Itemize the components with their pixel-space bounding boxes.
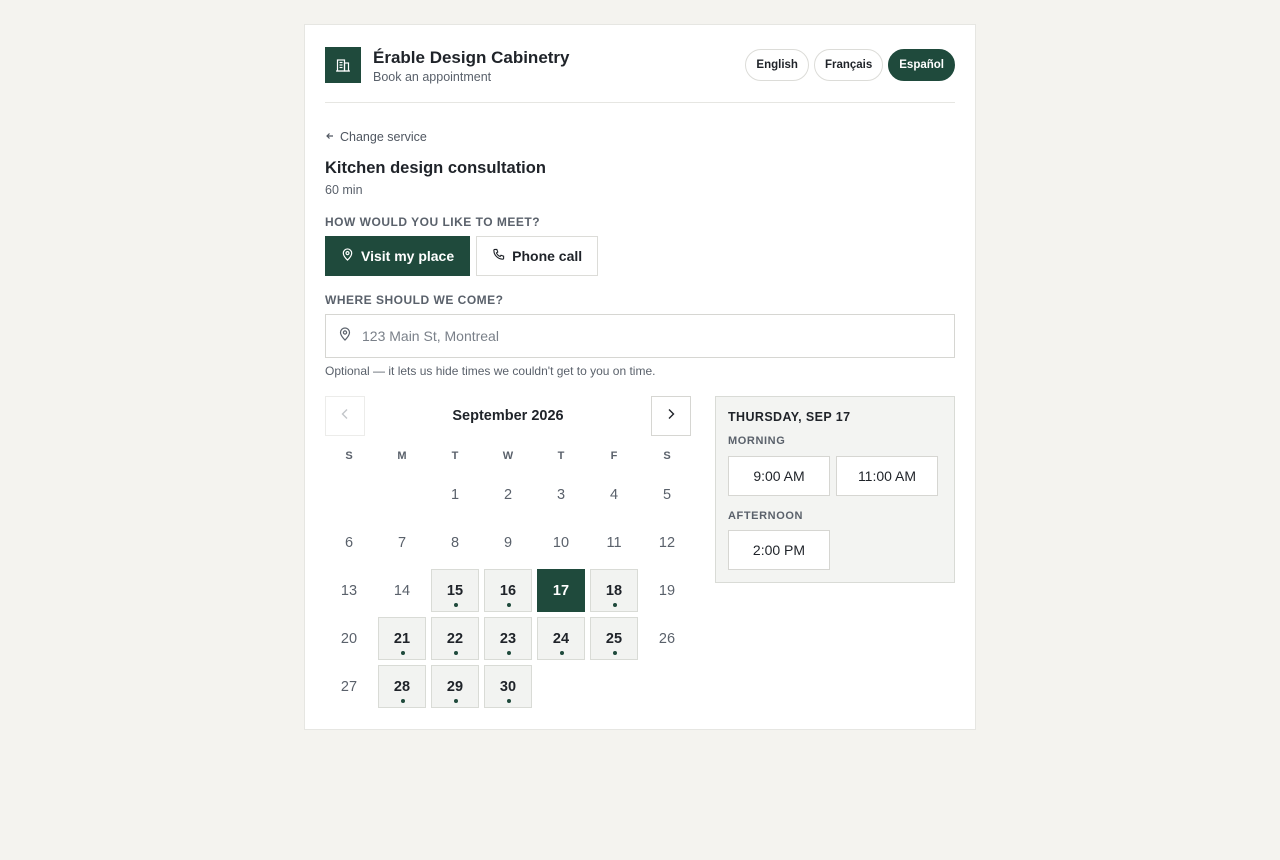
address-label: WHERE SHOULD WE COME? (325, 293, 504, 307)
header: Érable Design Cabinetry Book an appointm… (325, 47, 955, 103)
morning-slots: 9:00 AM 11:00 AM (728, 456, 938, 496)
address-field (325, 314, 955, 358)
chevron-right-icon (666, 407, 676, 425)
calendar-day: 4 (609, 486, 619, 503)
weekday-label: M (397, 450, 407, 462)
calendar-day: 1 (450, 486, 460, 503)
calendar-day: 3 (556, 486, 566, 503)
calendar-day-selected[interactable]: 17 (537, 569, 585, 612)
phone-call-label: Phone call (512, 248, 583, 264)
calendar-day: 8 (450, 534, 460, 551)
lang-english-button[interactable]: English (745, 49, 809, 81)
calendar-day: 10 (552, 534, 570, 551)
service-title: Kitchen design consultation (325, 159, 546, 177)
weekday-label: S (345, 450, 353, 462)
visit-my-place-button[interactable]: Visit my place (325, 236, 471, 276)
calendar-day-empty (378, 473, 426, 516)
calendar-day[interactable]: 24 (537, 617, 585, 660)
calendar-day: 2 (503, 486, 513, 503)
language-switcher: English Français Español (745, 49, 955, 81)
weekday-label: F (610, 450, 618, 462)
afternoon-label: AFTERNOON (728, 510, 804, 522)
calendar-day-empty (325, 473, 373, 516)
calendar-day: 27 (340, 678, 358, 695)
prev-month-button[interactable] (325, 396, 365, 436)
calendar-day: 9 (503, 534, 513, 551)
calendar-day[interactable]: 23 (484, 617, 532, 660)
morning-label: MORNING (728, 435, 786, 447)
time-slot-button[interactable]: 2:00 PM (728, 530, 830, 570)
next-month-button[interactable] (651, 396, 691, 436)
calendar-days: 1 2 3 4 5 6 7 8 9 10 11 12 13 14 15 16 17 18 19 20 21 22 23 24 2… (325, 473, 691, 708)
weekday-row: S M T W T F S (325, 450, 691, 462)
address-input[interactable] (362, 328, 922, 344)
time-slot-button[interactable]: 9:00 AM (728, 456, 830, 496)
calendar-day[interactable]: 22 (431, 617, 479, 660)
address-hint: Optional — it lets us hide times we coul… (325, 364, 656, 378)
calendar-day[interactable]: 28 (378, 665, 426, 708)
calendar-day[interactable]: 29 (431, 665, 479, 708)
calendar-day: 26 (658, 630, 676, 647)
change-service-link[interactable]: Change service (325, 130, 427, 144)
calendar-day: 19 (658, 582, 676, 599)
calendar-day: 14 (393, 582, 411, 599)
calendar-day[interactable]: 16 (484, 569, 532, 612)
weekday-label: S (663, 450, 671, 462)
afternoon-slots: 2:00 PM (728, 530, 830, 570)
meet-options: Visit my place Phone call (325, 236, 599, 276)
booking-card: Érable Design Cabinetry Book an appointm… (304, 24, 976, 730)
change-service-label: Change service (340, 130, 427, 144)
map-pin-icon (341, 248, 354, 264)
calendar-day[interactable]: 21 (378, 617, 426, 660)
selected-date: THURSDAY, SEP 17 (728, 410, 851, 424)
calendar-day: 11 (606, 534, 622, 551)
building-icon (325, 47, 361, 83)
lang-francais-button[interactable]: Français (813, 49, 884, 81)
weekday-label: W (502, 450, 514, 462)
phone-icon (492, 248, 505, 264)
map-pin-icon (338, 326, 352, 346)
calendar-day[interactable]: 30 (484, 665, 532, 708)
visit-my-place-label: Visit my place (361, 248, 455, 264)
brand-subtitle: Book an appointment (373, 70, 492, 84)
time-slot-button[interactable]: 11:00 AM (836, 456, 938, 496)
calendar-day: 13 (340, 582, 358, 599)
arrow-left-icon (325, 130, 335, 144)
calendar-day[interactable]: 25 (590, 617, 638, 660)
weekday-label: T (557, 450, 565, 462)
calendar-day: 20 (340, 630, 358, 647)
calendar-day: 7 (397, 534, 407, 551)
calendar-month: September 2026 (452, 408, 564, 424)
calendar-day[interactable]: 18 (590, 569, 638, 612)
calendar-day: 12 (658, 534, 676, 551)
service-duration: 60 min (325, 183, 363, 197)
calendar-day: 5 (662, 486, 672, 503)
phone-call-button[interactable]: Phone call (476, 236, 599, 276)
time-slots-panel: THURSDAY, SEP 17 MORNING 9:00 AM 11:00 A… (715, 396, 955, 583)
brand-name: Érable Design Cabinetry (373, 48, 570, 67)
lang-espanol-button[interactable]: Español (888, 49, 955, 81)
weekday-label: T (451, 450, 459, 462)
calendar-day: 6 (344, 534, 354, 551)
calendar-day[interactable]: 15 (431, 569, 479, 612)
chevron-left-icon (340, 407, 350, 425)
meet-label: HOW WOULD YOU LIKE TO MEET? (325, 215, 541, 229)
